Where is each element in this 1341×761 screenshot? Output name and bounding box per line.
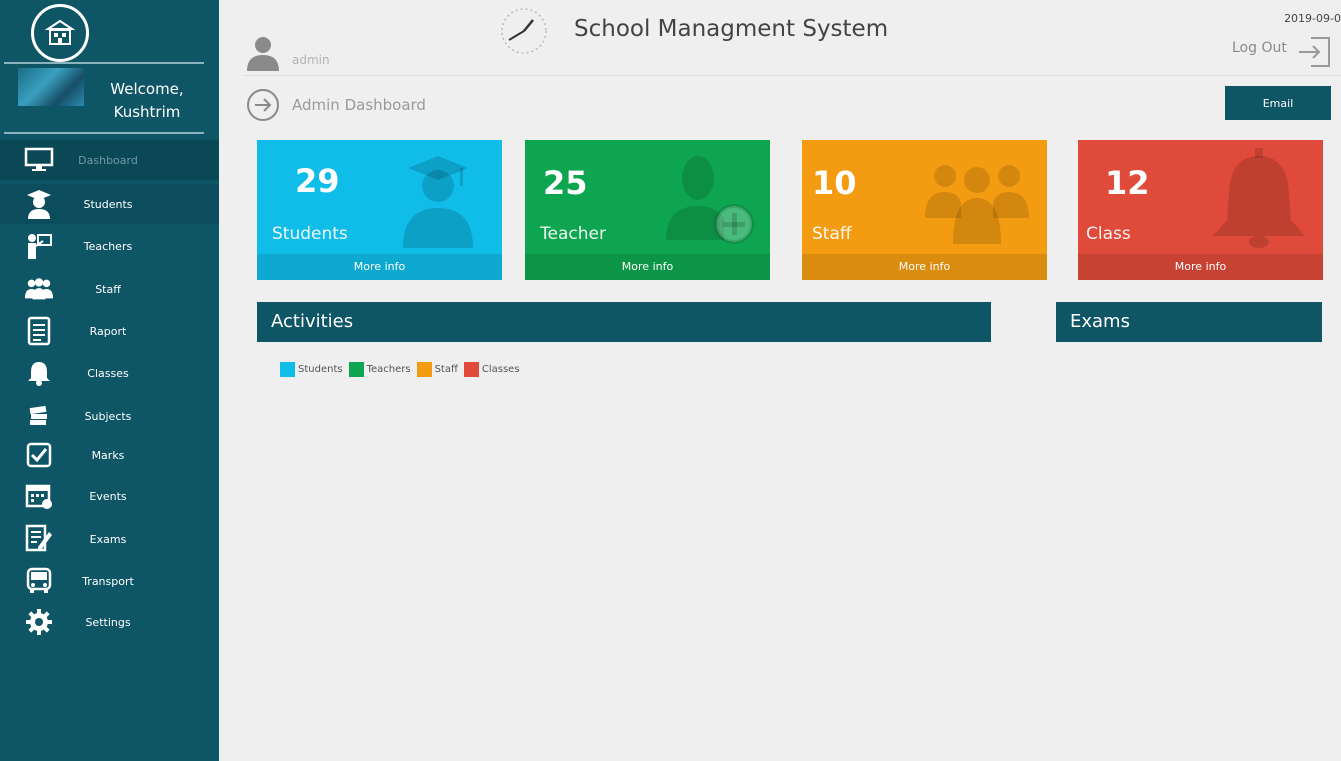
sidebar-divider xyxy=(4,62,204,64)
card-value: 12 xyxy=(1105,164,1150,202)
school-logo xyxy=(31,4,89,62)
welcome-username: Kushtrim xyxy=(113,103,181,121)
sidebar-item-label: Students xyxy=(83,197,133,211)
staff-icon xyxy=(24,274,54,304)
user-icon xyxy=(247,37,279,71)
sidebar-item-marks[interactable]: Marks xyxy=(0,435,219,475)
students-card: 29 Students More info xyxy=(257,140,502,280)
sidebar-item-label: Transport xyxy=(82,574,134,588)
sidebar-item-label: Exams xyxy=(89,532,127,546)
header-divider xyxy=(244,75,1341,76)
sidebar-item-label: Settings xyxy=(85,615,131,629)
app-title: School Managment System xyxy=(574,16,889,42)
card-value: 10 xyxy=(812,164,857,202)
class-card: 12 Class More info xyxy=(1078,140,1323,280)
sidebar-item-label: Raport xyxy=(89,324,127,338)
report-icon xyxy=(24,316,54,346)
card-label: Class xyxy=(1086,224,1131,244)
email-button[interactable]: Email xyxy=(1225,86,1331,120)
legend-item-staff: Staff xyxy=(416,362,458,377)
add-user-icon xyxy=(666,156,754,244)
sidebar-item-events[interactable]: Events xyxy=(0,476,219,516)
sidebar-item-students[interactable]: Students xyxy=(0,184,219,224)
legend-label: Staff xyxy=(434,364,458,375)
monitor-icon xyxy=(24,145,54,175)
teacher-icon xyxy=(24,231,54,261)
logout-icon[interactable] xyxy=(1297,34,1333,70)
legend-swatch xyxy=(416,362,432,377)
graduate-icon xyxy=(403,156,473,248)
teacher-card: 25 Teacher More info xyxy=(525,140,770,280)
sidebar-item-exams[interactable]: Exams xyxy=(0,519,219,559)
staff-card: 10 Staff More info xyxy=(802,140,1047,280)
sidebar-item-label: Classes xyxy=(87,366,129,380)
sidebar-item-label: Staff xyxy=(95,282,121,296)
sidebar-item-dashboard[interactable]: Dashboard xyxy=(0,140,219,180)
sidebar-item-transport[interactable]: Transport xyxy=(0,561,219,601)
more-info-link[interactable]: More info xyxy=(802,254,1047,280)
sidebar-item-label: Subjects xyxy=(84,409,132,423)
more-info-link[interactable]: More info xyxy=(257,254,502,280)
activities-legend: Students Teachers Staff Classes xyxy=(280,362,526,377)
more-info-link[interactable]: More info xyxy=(525,254,770,280)
sidebar-item-teachers[interactable]: Teachers xyxy=(0,226,219,266)
sidebar-divider xyxy=(4,132,204,134)
more-info-link[interactable]: More info xyxy=(1078,254,1323,280)
books-icon xyxy=(24,401,54,431)
legend-swatch xyxy=(280,362,295,377)
legend-item-students: Students xyxy=(280,362,343,377)
welcome-text: Welcome, Kushtrim xyxy=(92,78,202,124)
sidebar-item-label: Teachers xyxy=(83,239,133,253)
page-title: Admin Dashboard xyxy=(292,96,426,114)
school-building-icon xyxy=(45,19,75,45)
clock-icon xyxy=(501,8,547,54)
welcome-greeting: Welcome, xyxy=(110,80,184,98)
sidebar-item-label: Dashboard xyxy=(78,153,138,167)
checkbox-icon xyxy=(24,440,54,470)
bell-icon xyxy=(24,358,54,388)
sidebar-item-staff[interactable]: Staff xyxy=(0,269,219,309)
logout-link[interactable]: Log Out xyxy=(1232,40,1287,56)
sidebar-item-subjects[interactable]: Subjects xyxy=(0,396,219,436)
legend-item-classes: Classes xyxy=(463,362,520,377)
sidebar-item-label: Marks xyxy=(91,448,125,462)
bell-icon xyxy=(1213,148,1305,248)
current-date: 2019-09-0 xyxy=(1284,12,1341,25)
activities-panel-header: Activities xyxy=(257,302,991,342)
calendar-icon xyxy=(24,481,54,511)
sidebar-item-raport[interactable]: Raport xyxy=(0,311,219,351)
legend-item-teachers: Teachers xyxy=(348,362,411,377)
gear-icon xyxy=(24,607,54,637)
legend-label: Students xyxy=(298,364,343,375)
arrow-circle-icon xyxy=(247,89,279,121)
legend-swatch xyxy=(348,362,364,377)
current-user: admin xyxy=(292,53,330,67)
legend-swatch xyxy=(463,362,479,377)
sidebar-item-classes[interactable]: Classes xyxy=(0,353,219,393)
card-value: 25 xyxy=(543,164,588,202)
card-label: Staff xyxy=(812,224,852,244)
exams-panel-header: Exams xyxy=(1056,302,1322,342)
exam-icon xyxy=(24,524,54,554)
bus-icon xyxy=(24,566,54,596)
legend-label: Classes xyxy=(481,364,520,375)
card-label: Students xyxy=(272,224,348,244)
student-icon xyxy=(24,189,54,219)
sidebar-item-settings[interactable]: Settings xyxy=(0,602,219,642)
sidebar: Welcome, Kushtrim Dashboard Students Tea… xyxy=(0,0,219,761)
profile-image xyxy=(18,68,84,106)
legend-label: Teachers xyxy=(366,364,411,375)
card-value: 29 xyxy=(295,162,340,200)
sidebar-item-label: Events xyxy=(89,489,127,503)
card-label: Teacher xyxy=(540,224,606,244)
group-icon xyxy=(925,165,1029,244)
